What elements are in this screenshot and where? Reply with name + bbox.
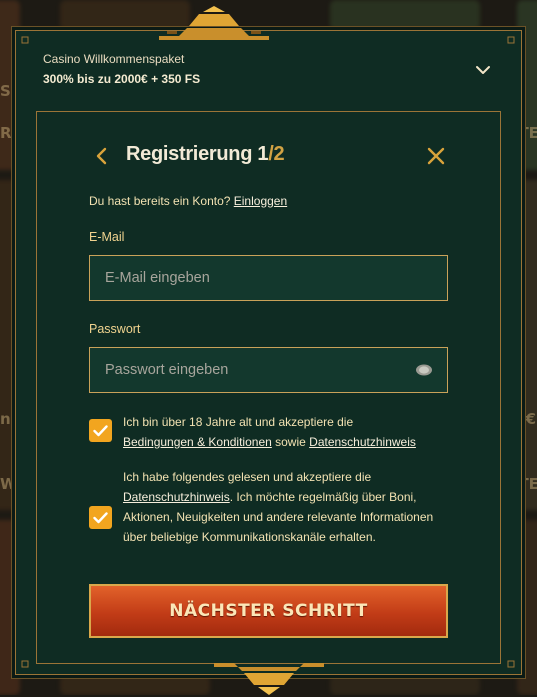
promo-title: Casino Willkommenspaket: [43, 52, 185, 66]
privacy-link[interactable]: Datenschutzhinweis: [309, 435, 416, 449]
background-tile: [330, 0, 480, 30]
marketing-checkbox[interactable]: [89, 506, 112, 529]
corner-ornament-icon: [507, 660, 515, 668]
step-current: 1: [257, 143, 269, 165]
marketing-consent-text: Ich habe folgendes gelesen und akzeptier…: [123, 467, 458, 547]
corner-ornament-icon: [507, 36, 515, 44]
next-step-button[interactable]: NÄCHSTER SCHRITT: [89, 584, 448, 638]
terms-text-before: Ich bin über 18 Jahre alt und akzeptiere…: [123, 415, 354, 429]
password-field[interactable]: [90, 348, 447, 392]
welcome-package-toggle[interactable]: Casino Willkommenspaket 300% bis zu 2000…: [28, 48, 509, 102]
eye-icon[interactable]: [415, 363, 433, 377]
close-icon[interactable]: [425, 145, 447, 167]
marketing-privacy-link[interactable]: Datenschutzhinweis: [123, 490, 230, 504]
chevron-down-icon[interactable]: [473, 60, 493, 80]
corner-ornament-icon: [21, 36, 29, 44]
corner-ornament-icon: [21, 660, 29, 668]
checkmark-icon: [93, 511, 108, 523]
step-total: 2: [273, 143, 285, 165]
have-account-text: Du hast bereits ein Konto?: [89, 194, 231, 208]
terms-checkbox[interactable]: [89, 419, 112, 442]
page-title: Registrierung 1/2: [126, 143, 285, 166]
checkmark-icon: [93, 424, 108, 436]
top-ornament-icon: [159, 6, 269, 40]
email-field-wrapper: [89, 255, 448, 301]
password-label: Passwort: [89, 322, 141, 336]
promo-offer: 300% bis zu 2000€ + 350 FS: [43, 72, 201, 86]
marketing-text-before: Ich habe folgendes gelesen und akzeptier…: [123, 470, 372, 484]
background-tile: [60, 675, 210, 695]
email-label: E-Mail: [89, 230, 125, 244]
background-tile: [330, 675, 480, 695]
email-field[interactable]: [90, 256, 447, 300]
bottom-ornament-icon: [214, 663, 324, 695]
terms-link[interactable]: Bedingungen & Konditionen: [123, 435, 272, 449]
terms-text-middle: sowie: [271, 435, 310, 449]
password-field-wrapper: [89, 347, 448, 393]
terms-consent-text: Ich bin über 18 Jahre alt und akzeptiere…: [123, 412, 458, 452]
chevron-left-icon[interactable]: [92, 145, 112, 167]
have-account-line: Du hast bereits ein Konto? Einloggen: [89, 194, 287, 208]
login-link[interactable]: Einloggen: [234, 194, 287, 208]
title-text: Registrierung: [126, 143, 253, 165]
